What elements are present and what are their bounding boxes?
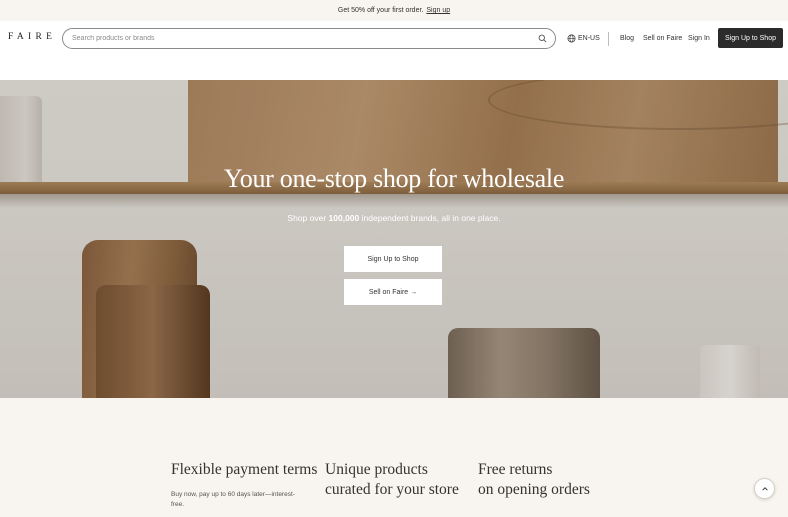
feature-title: Flexible payment terms <box>171 461 318 478</box>
feature-flexible-payment: Flexible payment terms Buy now, pay up t… <box>171 460 321 510</box>
header: FAIRE EN-US Blog Sell on Faire Sign In S… <box>0 21 788 57</box>
hero-sell-on-faire-button[interactable]: Sell on Faire → <box>344 279 442 305</box>
feature-free-returns: Free returns on opening orders <box>478 460 628 500</box>
search-input[interactable] <box>72 35 532 42</box>
sell-on-faire-link[interactable]: Sell on Faire <box>643 35 682 42</box>
faire-logo[interactable]: FAIRE <box>8 32 56 42</box>
sign-in-link[interactable]: Sign In <box>688 35 710 42</box>
search-bar[interactable] <box>62 28 556 49</box>
search-icon[interactable] <box>538 34 547 43</box>
scroll-to-top-button[interactable] <box>754 478 775 499</box>
feature-unique-products: Unique products curated for your store <box>325 460 475 500</box>
feature-title: Free returns on opening orders <box>478 461 590 498</box>
hero-title: Your one-stop shop for wholesale <box>223 164 565 193</box>
globe-icon <box>567 34 576 43</box>
feature-description: Buy now, pay up to 60 days later—interes… <box>171 491 295 508</box>
chevron-up-icon <box>761 486 768 491</box>
promo-bar: Get 50% off your first order. Sign up <box>0 0 788 21</box>
blog-link[interactable]: Blog <box>620 35 634 42</box>
hero-sign-up-button[interactable]: Sign Up to Shop <box>344 246 442 272</box>
features-section: Flexible payment terms Buy now, pay up t… <box>0 398 788 517</box>
hero-subtitle: Shop over 100,000 independent brands, al… <box>287 213 501 223</box>
sign-up-to-shop-button[interactable]: Sign Up to Shop <box>718 28 783 48</box>
header-divider <box>608 32 609 46</box>
promo-signup-link[interactable]: Sign up <box>426 7 450 14</box>
language-label: EN-US <box>578 35 600 42</box>
promo-text: Get 50% off your first order. <box>337 7 424 14</box>
hero-section: Your one-stop shop for wholesale Shop ov… <box>0 80 788 398</box>
feature-title: Unique products curated for your store <box>325 461 459 498</box>
language-selector[interactable]: EN-US <box>567 34 600 43</box>
